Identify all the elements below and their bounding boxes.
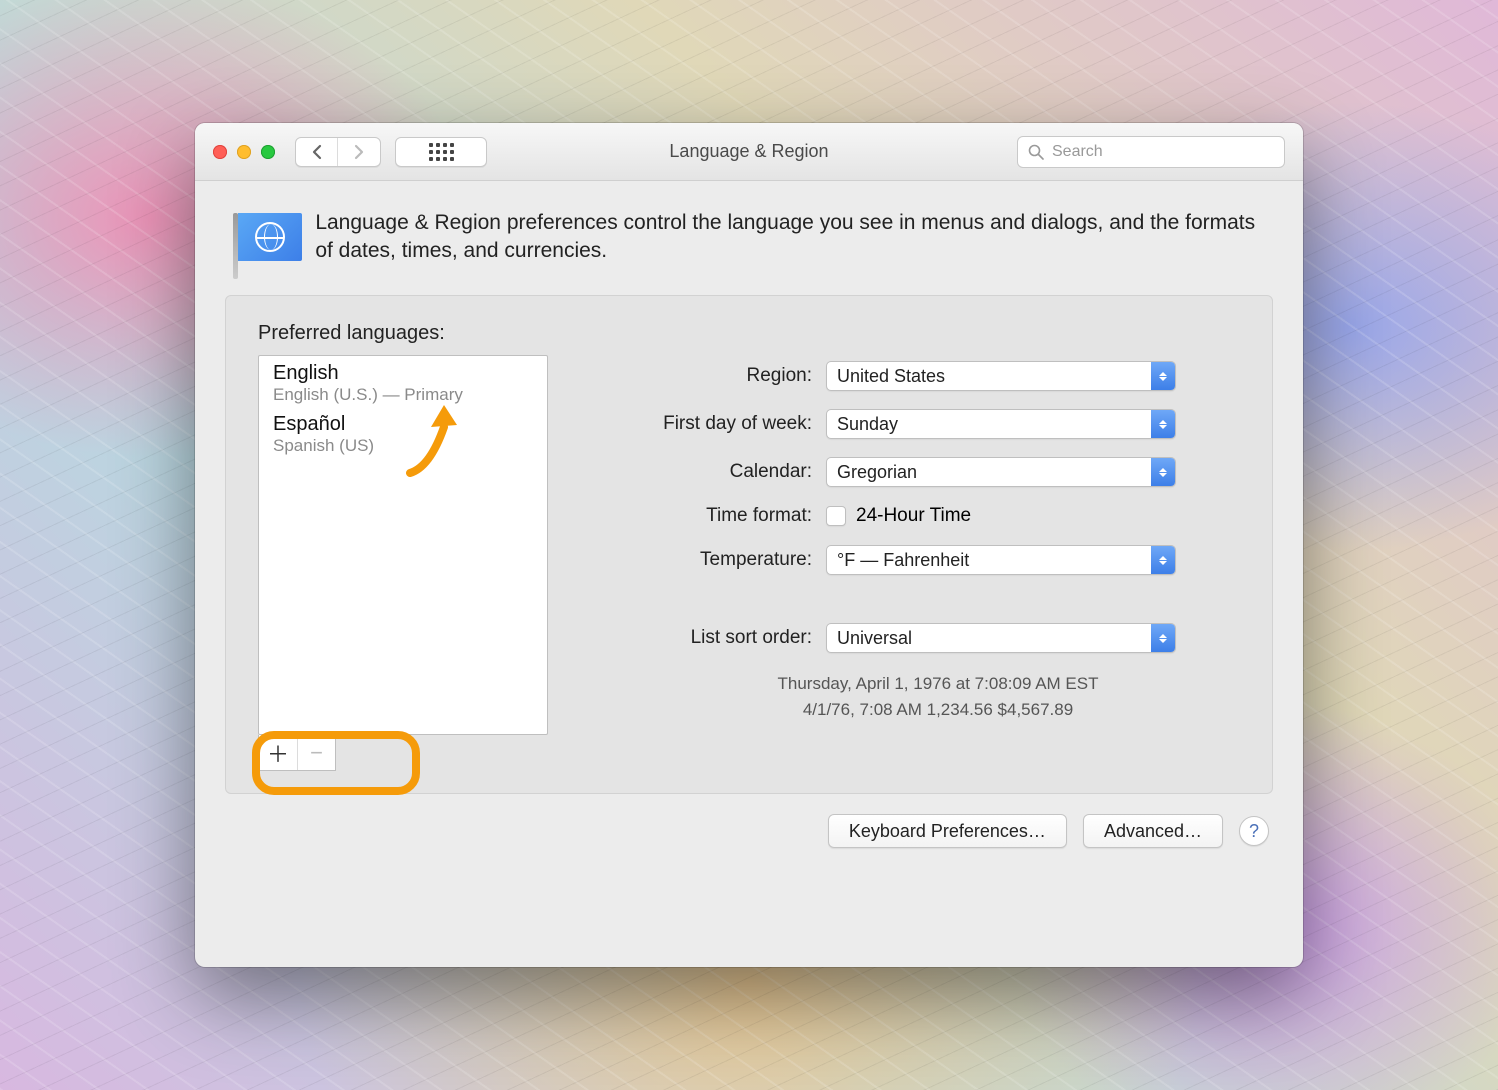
time-format-label: Time format: <box>596 505 826 527</box>
select-value: Sunday <box>837 414 898 435</box>
format-preview: Thursday, April 1, 1976 at 7:08:09 AM ES… <box>596 671 1240 724</box>
temperature-select[interactable]: °F — Fahrenheit <box>826 545 1176 575</box>
language-list[interactable]: English English (U.S.) — Primary Español… <box>258 355 548 735</box>
chevron-up-down-icon <box>1151 546 1175 574</box>
language-subtitle: Spanish (US) <box>273 436 533 456</box>
preview-line-1: Thursday, April 1, 1976 at 7:08:09 AM ES… <box>636 671 1240 697</box>
header-region: Language & Region preferences control th… <box>195 181 1303 295</box>
main-panel: Preferred languages: English English (U.… <box>225 295 1273 794</box>
globe-flag-icon <box>233 213 291 271</box>
language-name: English <box>273 362 533 385</box>
preview-line-2: 4/1/76, 7:08 AM 1,234.56 $4,567.89 <box>636 697 1240 723</box>
remove-language-button[interactable]: − <box>297 735 335 770</box>
select-value: °F — Fahrenheit <box>837 550 969 571</box>
calendar-select[interactable]: Gregorian <box>826 457 1176 487</box>
forward-button[interactable] <box>338 138 380 166</box>
language-item[interactable]: Español Spanish (US) <box>259 411 547 462</box>
languages-column: English English (U.S.) — Primary Español… <box>258 355 548 771</box>
settings-column: Region: United States First day of week:… <box>596 355 1240 771</box>
temperature-label: Temperature: <box>596 549 826 571</box>
first-day-select[interactable]: Sunday <box>826 409 1176 439</box>
calendar-label: Calendar: <box>596 461 826 483</box>
search-placeholder: Search <box>1052 143 1103 161</box>
chevron-up-down-icon <box>1151 410 1175 438</box>
window-controls <box>213 145 275 159</box>
search-icon <box>1028 144 1044 160</box>
time-format-check-label: 24-Hour Time <box>856 505 971 527</box>
help-button[interactable]: ? <box>1239 816 1269 846</box>
keyboard-preferences-button[interactable]: Keyboard Preferences… <box>828 814 1067 848</box>
chevron-up-down-icon <box>1151 362 1175 390</box>
nav-back-forward <box>295 137 381 167</box>
header-description: Language & Region preferences control th… <box>315 209 1265 266</box>
advanced-button[interactable]: Advanced… <box>1083 814 1223 848</box>
add-language-button[interactable]: ＋ <box>259 735 297 770</box>
select-value: Gregorian <box>837 462 917 483</box>
language-item[interactable]: English English (U.S.) — Primary <box>259 360 547 411</box>
search-input[interactable]: Search <box>1017 136 1285 168</box>
show-all-button[interactable] <box>395 137 487 167</box>
plus-minus-group: ＋ − <box>258 735 336 771</box>
time-format-checkbox[interactable] <box>826 506 846 526</box>
close-button[interactable] <box>213 145 227 159</box>
sort-order-label: List sort order: <box>596 627 826 649</box>
language-subtitle: English (U.S.) — Primary <box>273 385 533 405</box>
preferences-window: Language & Region Search Language & Regi… <box>195 123 1303 967</box>
first-day-label: First day of week: <box>596 413 826 435</box>
region-select[interactable]: United States <box>826 361 1176 391</box>
minimize-button[interactable] <box>237 145 251 159</box>
back-button[interactable] <box>296 138 338 166</box>
select-value: Universal <box>837 628 912 649</box>
region-label: Region: <box>596 365 826 387</box>
titlebar: Language & Region Search <box>195 123 1303 181</box>
footer: Keyboard Preferences… Advanced… ? <box>195 794 1303 870</box>
zoom-button[interactable] <box>261 145 275 159</box>
sort-order-select[interactable]: Universal <box>826 623 1176 653</box>
language-name: Español <box>273 413 533 436</box>
chevron-up-down-icon <box>1151 624 1175 652</box>
select-value: United States <box>837 366 945 387</box>
chevron-up-down-icon <box>1151 458 1175 486</box>
preferred-languages-label: Preferred languages: <box>258 322 1240 345</box>
grid-icon <box>429 143 454 161</box>
